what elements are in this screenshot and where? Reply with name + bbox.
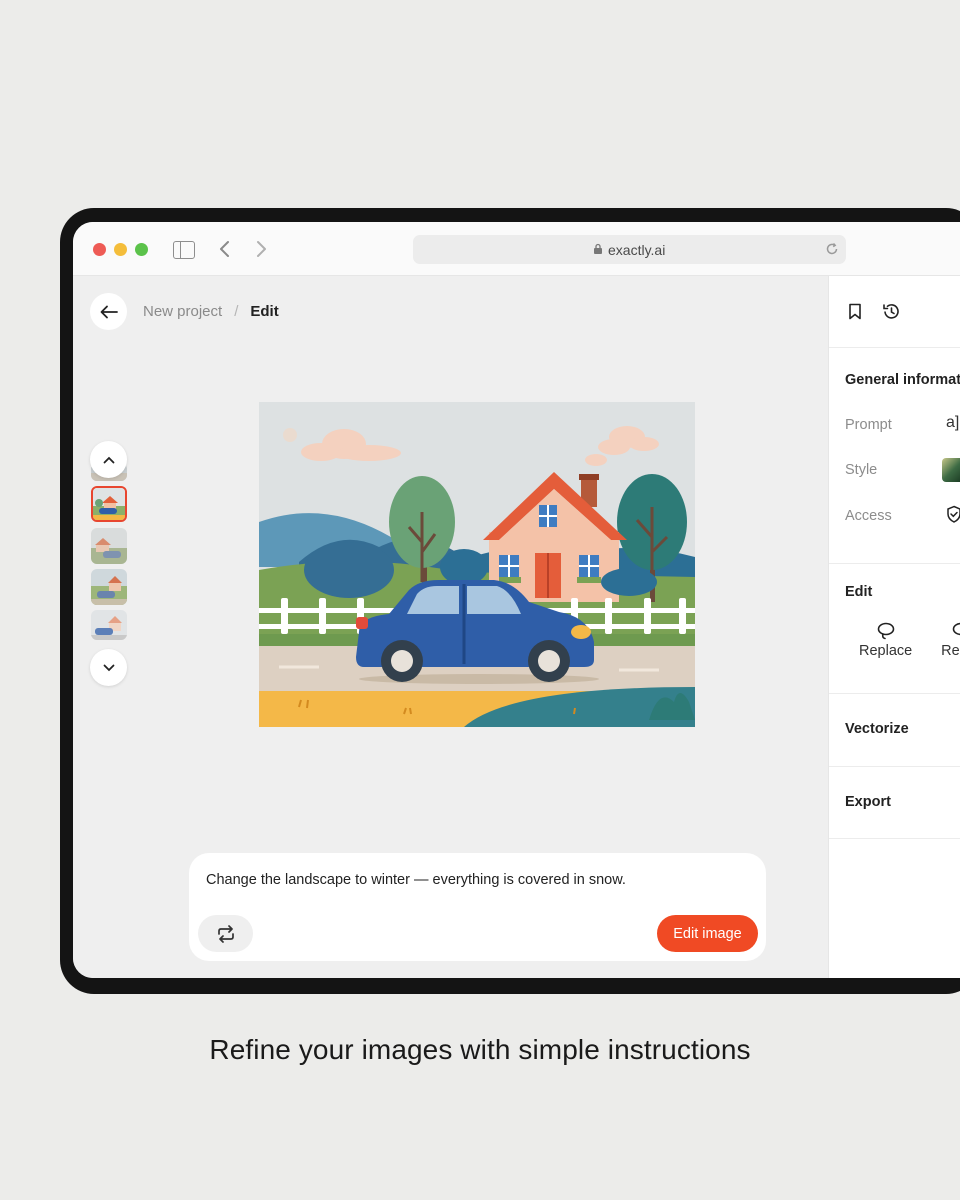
back-button[interactable] xyxy=(90,293,127,330)
style-label: Style xyxy=(845,462,878,478)
thumbnails-up-button[interactable] xyxy=(90,441,127,478)
secondary-edit-action[interactable]: Rec xyxy=(937,622,960,659)
breadcrumb-separator: / xyxy=(234,303,239,320)
browser-toolbar: exactly.ai xyxy=(73,222,960,276)
thumbnail-image[interactable] xyxy=(91,569,127,605)
replace-label: Replace xyxy=(859,643,913,659)
repeat-icon xyxy=(217,924,234,943)
prompt-label: Prompt xyxy=(845,417,892,433)
browser-window: exactly.ai New project / Edit Change the… xyxy=(73,222,960,978)
address-bar[interactable]: exactly.ai xyxy=(413,235,846,264)
breadcrumb-parent[interactable]: New project xyxy=(143,303,222,320)
maximize-window-button[interactable] xyxy=(135,243,148,256)
url-text: exactly.ai xyxy=(608,242,666,258)
sidebar-toggle-icon[interactable] xyxy=(173,241,195,259)
prompt-input[interactable]: Change the landscape to winter — everyth… xyxy=(206,872,626,888)
edit-tool-icon xyxy=(952,622,960,636)
vectorize-title: Vectorize xyxy=(845,721,909,737)
export-section[interactable]: Export xyxy=(829,767,960,839)
thumbnail-image-active[interactable] xyxy=(91,486,127,522)
lasso-icon xyxy=(877,622,894,640)
replace-action[interactable]: Replace xyxy=(859,622,912,659)
prompt-value: a] xyxy=(946,414,960,431)
chevron-down-icon xyxy=(103,664,114,671)
panel-toolbar xyxy=(829,276,960,348)
edit-section: Edit Replace Rec xyxy=(829,564,960,694)
arrow-left-icon xyxy=(100,305,118,318)
lock-icon xyxy=(594,243,602,254)
bookmark-icon[interactable] xyxy=(848,303,862,320)
general-info-section: General informat Prompt a] Style Access xyxy=(829,348,960,564)
info-panel: General informat Prompt a] Style Access … xyxy=(828,276,960,978)
browser-back-icon[interactable] xyxy=(218,239,232,264)
access-label: Access xyxy=(845,508,892,524)
prompt-box: Change the landscape to winter — everyth… xyxy=(189,853,766,961)
generated-image[interactable] xyxy=(259,402,695,727)
breadcrumb: New project / Edit xyxy=(143,303,279,320)
shield-icon[interactable] xyxy=(946,505,960,524)
minimize-window-button[interactable] xyxy=(114,243,127,256)
thumbnail-image[interactable] xyxy=(91,610,127,640)
secondary-edit-label: Rec xyxy=(941,643,960,659)
thumbnails-down-button[interactable] xyxy=(90,649,127,686)
general-info-title: General informat xyxy=(845,372,960,388)
thumbnail-image[interactable] xyxy=(91,528,127,564)
vectorize-section[interactable]: Vectorize xyxy=(829,694,960,767)
chevron-up-icon xyxy=(103,456,114,463)
marketing-caption: Refine your images with simple instructi… xyxy=(209,1034,751,1065)
style-thumbnail[interactable] xyxy=(942,458,960,482)
edit-image-button[interactable]: Edit image xyxy=(657,915,758,952)
reload-icon[interactable] xyxy=(824,241,840,257)
export-title: Export xyxy=(845,794,891,810)
edit-title: Edit xyxy=(845,584,873,600)
editor-canvas: New project / Edit Change the landscape … xyxy=(73,276,828,978)
browser-forward-icon[interactable] xyxy=(254,239,268,264)
history-icon[interactable] xyxy=(882,302,901,321)
breadcrumb-current: Edit xyxy=(250,303,279,320)
regenerate-button[interactable] xyxy=(198,915,253,952)
close-window-button[interactable] xyxy=(93,243,106,256)
